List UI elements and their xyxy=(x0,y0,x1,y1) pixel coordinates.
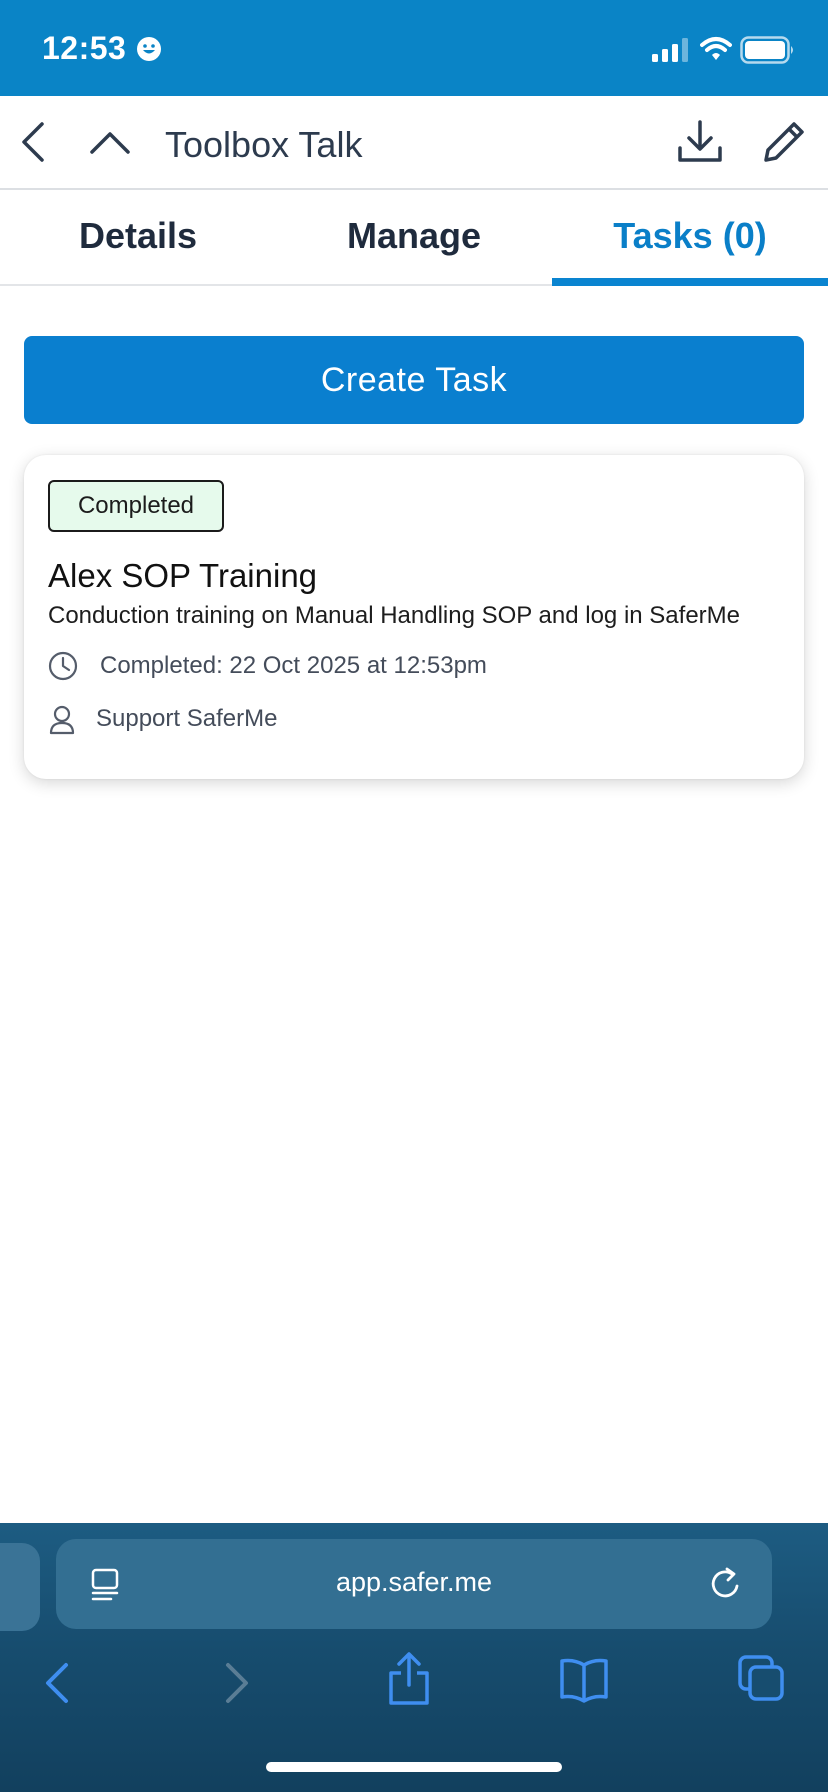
share-icon[interactable] xyxy=(386,1651,432,1707)
download-icon[interactable] xyxy=(674,116,726,168)
previous-tab-preview[interactable] xyxy=(0,1543,40,1631)
back-arrow-icon[interactable] xyxy=(38,1657,78,1709)
address-bar[interactable]: app.safer.me xyxy=(56,1539,772,1629)
focus-emoji-icon xyxy=(137,37,161,61)
wifi-icon xyxy=(700,37,732,60)
user-icon xyxy=(49,705,75,735)
bookmarks-icon[interactable] xyxy=(558,1655,610,1703)
url-text: app.safer.me xyxy=(335,1567,493,1597)
battery-icon xyxy=(740,36,793,64)
status-bar: 12:53 xyxy=(0,0,828,96)
task-description: Conduction training on Manual Handling S… xyxy=(48,602,740,629)
reload-icon[interactable] xyxy=(708,1565,744,1603)
collapse-chevron-icon[interactable] xyxy=(86,120,134,164)
task-card[interactable]: Completed Alex SOP Training Conduction t… xyxy=(24,455,804,779)
status-badge: Completed xyxy=(48,480,224,532)
task-assignee: Support SaferMe xyxy=(96,705,278,732)
browser-toolbar: app.safer.me xyxy=(0,1523,828,1792)
app-header: Toolbox Talk xyxy=(0,96,828,190)
status-time: 12:53 xyxy=(42,30,127,66)
task-title: Alex SOP Training xyxy=(48,557,318,594)
tab-details[interactable]: Details xyxy=(0,190,276,286)
tab-manage[interactable]: Manage xyxy=(276,190,552,286)
active-tab-indicator xyxy=(552,278,828,286)
tabs-icon[interactable] xyxy=(736,1653,786,1703)
back-chevron-icon[interactable] xyxy=(14,118,54,166)
forward-arrow-icon[interactable] xyxy=(216,1657,256,1709)
cellular-signal-icon xyxy=(652,38,688,62)
clock-icon xyxy=(48,651,78,681)
create-task-button[interactable]: Create Task xyxy=(24,336,804,424)
tab-tasks[interactable]: Tasks (0) xyxy=(552,190,828,286)
task-completed-date: Completed: 22 Oct 2025 at 12:53pm xyxy=(100,652,487,679)
home-indicator xyxy=(266,1762,562,1772)
edit-pencil-icon[interactable] xyxy=(758,116,810,168)
tab-bar: Details Manage Tasks (0) xyxy=(0,190,828,286)
page-title: Toolbox Talk xyxy=(165,124,363,165)
